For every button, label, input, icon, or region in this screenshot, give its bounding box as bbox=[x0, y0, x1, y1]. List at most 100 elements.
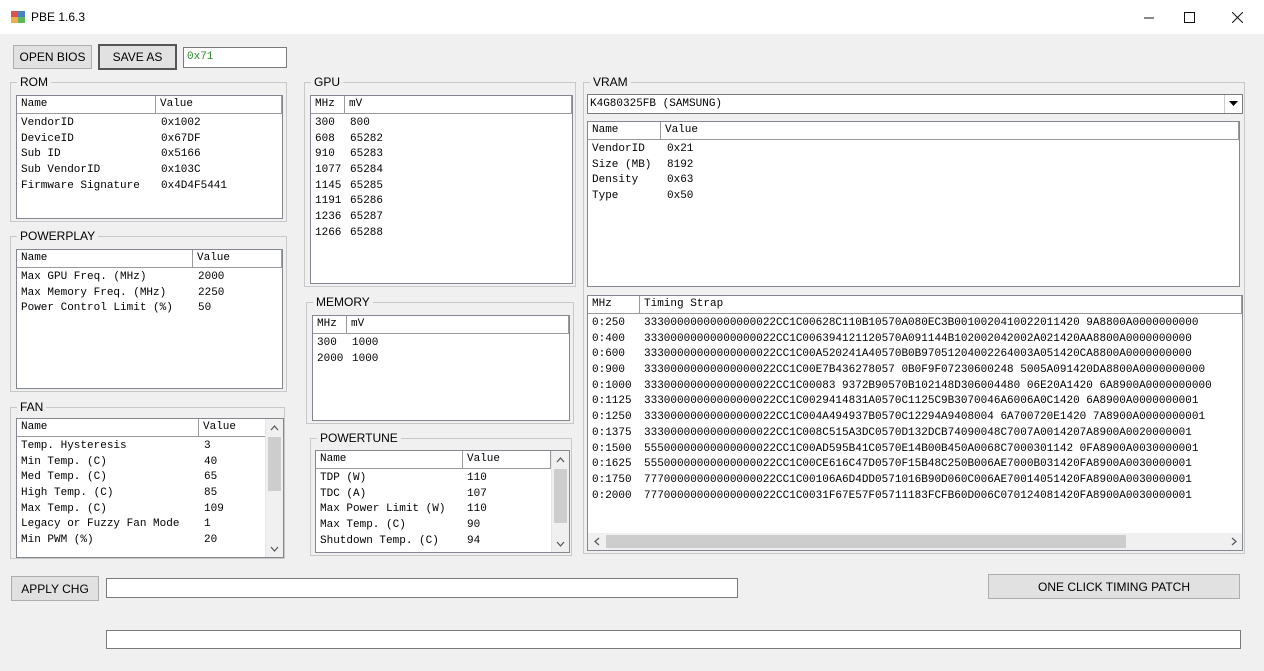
list-item[interactable]: Max Memory Freq. (MHz) 2250 bbox=[20, 286, 282, 302]
status-field[interactable] bbox=[106, 578, 738, 598]
row-key-cell: 910 bbox=[315, 148, 335, 161]
column-header-mv[interactable]: mV bbox=[345, 96, 572, 113]
list-item[interactable]: 0:1250 33300000000000000022CC1C004A494937… bbox=[591, 410, 1242, 426]
list-item[interactable]: Legacy or Fuzzy Fan Mode 1 bbox=[20, 517, 269, 533]
powertune-vertical-scrollbar[interactable] bbox=[551, 451, 569, 552]
memory-list[interactable]: MHz mV 300 1000 2000 1000 bbox=[312, 315, 570, 421]
list-item[interactable]: 1145 65285 bbox=[314, 179, 569, 195]
one-click-timing-patch-button[interactable]: ONE CLICK TIMING PATCH bbox=[988, 574, 1240, 599]
save-as-button[interactable]: SAVE AS bbox=[98, 44, 177, 70]
list-item[interactable]: 0:1000 33300000000000000022CC1C00083 9372… bbox=[591, 379, 1242, 395]
list-item[interactable]: DeviceID 0x67DF bbox=[20, 132, 282, 148]
vram-info-list[interactable]: Name Value VendorID 0x21 Size (MB) 8192 Dens… bbox=[587, 121, 1240, 287]
chevron-down-icon[interactable] bbox=[1224, 95, 1242, 113]
list-item[interactable]: TDP (W) 110 bbox=[319, 471, 552, 487]
list-item[interactable]: VendorID 0x21 bbox=[591, 142, 1236, 158]
column-header-value[interactable]: Value bbox=[199, 419, 267, 436]
scroll-left-icon[interactable] bbox=[588, 533, 605, 550]
list-item[interactable]: Max Power Limit (W) 110 bbox=[319, 502, 552, 518]
vram-timing-list[interactable]: MHz Timing Strap 0:250 333000000000000000… bbox=[587, 295, 1243, 551]
list-item[interactable]: 0:1375 33300000000000000022CC1C008C515A3D… bbox=[591, 426, 1242, 442]
list-item[interactable]: 0:1500 55500000000000000022CC1C00AD595B41… bbox=[591, 442, 1242, 458]
list-item[interactable]: Shutdown Temp. (C) 94 bbox=[319, 534, 552, 550]
list-item[interactable]: Power Control Limit (%) 50 bbox=[20, 301, 282, 317]
list-item[interactable]: 300 1000 bbox=[316, 336, 569, 352]
list-item[interactable]: Firmware Signature 0x4D4F5441 bbox=[20, 179, 282, 195]
scroll-up-icon[interactable] bbox=[552, 451, 569, 468]
column-header-mhz[interactable]: MHz bbox=[311, 96, 345, 113]
title-bar: PBE 1.6.3 bbox=[0, 0, 1264, 34]
list-item[interactable]: 1077 65284 bbox=[314, 163, 569, 179]
list-item[interactable]: Min PWM (%) 20 bbox=[20, 533, 269, 549]
scroll-up-icon[interactable] bbox=[266, 419, 283, 436]
vram-chip-select[interactable]: K4G80325FB (SAMSUNG) bbox=[587, 94, 1243, 114]
timing-scroll-thumb[interactable] bbox=[606, 535, 1126, 548]
row-key-cell: Sub VendorID bbox=[21, 164, 101, 177]
list-item[interactable]: 0:600 33300000000000000022CC1C00A520241A4… bbox=[591, 347, 1242, 363]
column-header-timing-strap[interactable]: Timing Strap bbox=[640, 296, 1242, 313]
list-item[interactable]: 1266 65288 bbox=[314, 226, 569, 242]
open-bios-button[interactable]: OPEN BIOS bbox=[13, 45, 92, 69]
column-header-mhz[interactable]: MHz bbox=[313, 316, 347, 333]
powertune-list[interactable]: Name Value TDP (W) 110 TDC (A) 107 Max Power… bbox=[315, 450, 570, 553]
list-item[interactable]: 0:250 33300000000000000022CC1C00628C110B1… bbox=[591, 316, 1242, 332]
list-item[interactable]: 0:900 33300000000000000022CC1C00E7B436278… bbox=[591, 363, 1242, 379]
list-item[interactable]: Temp. Hysteresis 3 bbox=[20, 439, 269, 455]
list-item[interactable]: Sub VendorID 0x103C bbox=[20, 163, 282, 179]
column-header-name[interactable]: Name bbox=[17, 96, 156, 113]
column-header-mhz[interactable]: MHz bbox=[588, 296, 640, 313]
column-header-name[interactable]: Name bbox=[17, 250, 193, 267]
column-header-name[interactable]: Name bbox=[588, 122, 661, 139]
list-item[interactable]: Type 0x50 bbox=[591, 189, 1236, 205]
list-item[interactable]: Min Temp. (C) 40 bbox=[20, 455, 269, 471]
list-item[interactable]: Sub ID 0x5166 bbox=[20, 147, 282, 163]
fan-scroll-thumb[interactable] bbox=[268, 437, 281, 491]
column-header-name[interactable]: Name bbox=[316, 451, 463, 468]
scroll-down-icon[interactable] bbox=[266, 540, 283, 557]
list-item[interactable]: 910 65283 bbox=[314, 147, 569, 163]
hex-value-field[interactable]: 0x71 bbox=[183, 47, 287, 68]
list-item[interactable]: Med Temp. (C) 65 bbox=[20, 470, 269, 486]
list-item[interactable]: VendorID 0x1002 bbox=[20, 116, 282, 132]
list-item[interactable]: Max Temp. (C) 90 bbox=[319, 518, 552, 534]
list-item[interactable]: TDC (A) 107 bbox=[319, 487, 552, 503]
row-key-cell: DeviceID bbox=[21, 132, 74, 145]
list-item[interactable]: 608 65282 bbox=[314, 132, 569, 148]
maximize-button[interactable] bbox=[1166, 0, 1212, 34]
list-item[interactable]: 0:1750 77700000000000000022CC1C00106A6D4D… bbox=[591, 473, 1242, 489]
list-item[interactable]: Size (MB) 8192 bbox=[591, 158, 1236, 174]
fan-list[interactable]: Name Value Temp. Hysteresis 3 Min Temp. (C… bbox=[16, 418, 284, 558]
gpu-list[interactable]: MHz mV 300 800 608 65282 910 65283 1077 65284 11… bbox=[310, 95, 573, 284]
list-item[interactable]: 1191 65286 bbox=[314, 194, 569, 210]
fan-vertical-scrollbar[interactable] bbox=[265, 419, 283, 557]
powerplay-list[interactable]: Name Value Max GPU Freq. (MHz) 2000 Max Me… bbox=[16, 249, 283, 389]
list-item[interactable]: Density 0x63 bbox=[591, 173, 1236, 189]
column-header-mv[interactable]: mV bbox=[347, 316, 569, 333]
window-title: PBE 1.6.3 bbox=[31, 10, 86, 24]
list-item[interactable]: 0:2000 77700000000000000022CC1C0031F67E57… bbox=[591, 489, 1242, 505]
column-header-name[interactable]: Name bbox=[17, 419, 199, 436]
list-item[interactable]: 0:1625 55500000000000000022CC1C00CE616C47… bbox=[591, 457, 1242, 473]
column-header-value[interactable]: Value bbox=[661, 122, 1239, 139]
apply-changes-button[interactable]: APPLY CHG bbox=[11, 576, 99, 601]
list-item[interactable]: 2000 1000 bbox=[316, 352, 569, 368]
scroll-down-icon[interactable] bbox=[552, 535, 569, 552]
timing-horizontal-scrollbar[interactable] bbox=[588, 533, 1242, 550]
column-header-value[interactable]: Value bbox=[463, 451, 551, 468]
list-item[interactable]: 0:400 33300000000000000022CC1C00639412112… bbox=[591, 332, 1242, 348]
list-item[interactable]: Max Temp. (C) 109 bbox=[20, 502, 269, 518]
list-item[interactable]: Max GPU Freq. (MHz) 2000 bbox=[20, 270, 282, 286]
list-item[interactable]: 0:1125 33300000000000000022CC1C0029414831… bbox=[591, 394, 1242, 410]
close-button[interactable] bbox=[1214, 0, 1260, 34]
list-item[interactable]: 1236 65287 bbox=[314, 210, 569, 226]
column-header-value[interactable]: Value bbox=[193, 250, 282, 267]
rom-list[interactable]: Name Value VendorID 0x1002 DeviceID 0x67DF S… bbox=[16, 95, 283, 219]
list-item[interactable]: High Temp. (C) 85 bbox=[20, 486, 269, 502]
list-item[interactable]: 300 800 bbox=[314, 116, 569, 132]
scroll-right-icon[interactable] bbox=[1225, 533, 1242, 550]
vram-group: VRAM K4G80325FB (SAMSUNG) Name Value Ven… bbox=[583, 75, 1245, 554]
row-value-cell: 90 bbox=[467, 519, 481, 532]
row-value-cell: 0x21 bbox=[667, 143, 694, 155]
column-header-value[interactable]: Value bbox=[156, 96, 282, 113]
powertune-scroll-thumb[interactable] bbox=[554, 469, 567, 523]
